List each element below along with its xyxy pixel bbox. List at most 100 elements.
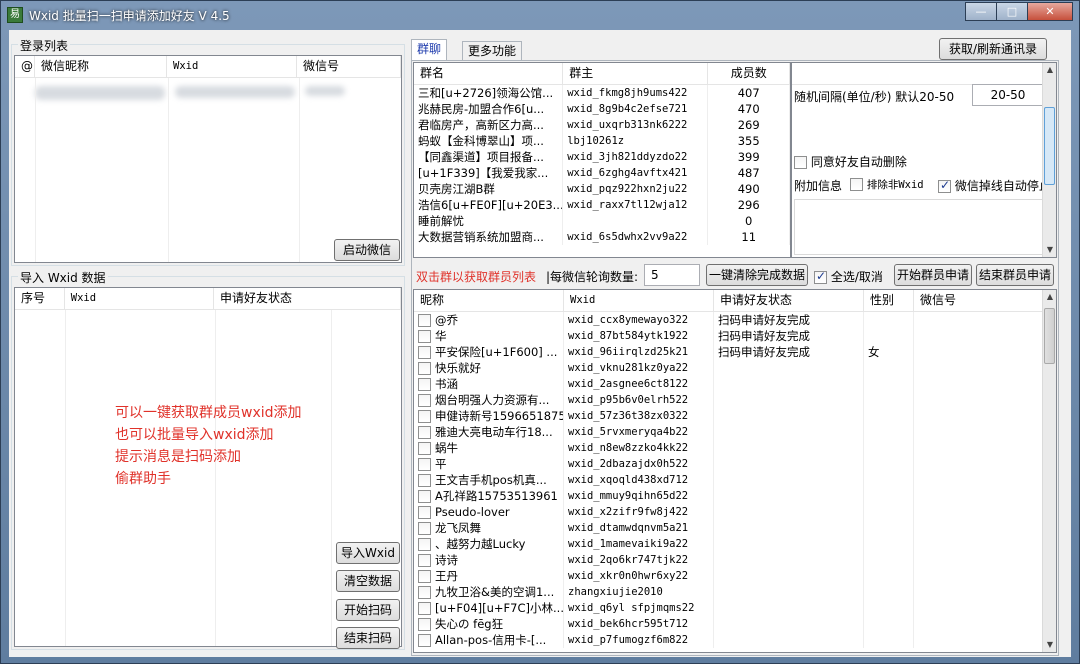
member-checkbox[interactable] xyxy=(418,634,431,647)
import-grid[interactable]: 序号 Wxid 申请好友状态 可以一键获取群成员wxid添加 也可以批量导入wx… xyxy=(14,287,402,647)
member-checkbox[interactable] xyxy=(418,442,431,455)
member-row[interactable]: 九牧卫浴&美的空调1... zhangxiujie2010 xyxy=(414,584,1056,600)
member-row[interactable]: Pseudo-lover wxid_x2zifr9fw8j422 xyxy=(414,504,1056,520)
member-checkbox[interactable] xyxy=(418,330,431,343)
clear-data-button[interactable]: 清空数据 xyxy=(336,570,400,592)
start-wechat-button[interactable]: 启动微信 xyxy=(334,239,400,261)
member-row[interactable]: 平安保险[u+1F600] ... wxid_96iirqlzd25k21 扫码申请… xyxy=(414,344,1056,360)
member-row[interactable]: 烟台明强人力资源有... wxid_p95b6v0elrh522 xyxy=(414,392,1056,408)
member-row[interactable]: 华 wxid_87bt584ytk1922 扫码申请好友完成 xyxy=(414,328,1056,344)
member-checkbox[interactable] xyxy=(418,618,431,631)
member-checkbox[interactable] xyxy=(418,314,431,327)
auto-stop-option[interactable]: 微信掉线自动停止 xyxy=(938,177,1051,194)
member-row[interactable]: 王文吉手机pos机真... wxid_xqoqld438xd712 xyxy=(414,472,1056,488)
scroll-down-arrow-icon[interactable]: ▼ xyxy=(1043,243,1056,257)
col-wechat-id[interactable]: 微信号 xyxy=(297,56,401,77)
member-checkbox[interactable] xyxy=(418,378,431,391)
col-apply-status[interactable]: 申请好友状态 xyxy=(714,290,864,311)
col-group-owner[interactable]: 群主 xyxy=(563,63,709,84)
clear-done-button[interactable]: 一键清除完成数据 xyxy=(706,264,808,286)
members-scrollbar[interactable]: ▲ ▼ xyxy=(1042,290,1056,652)
members-grid[interactable]: 昵称 Wxid 申请好友状态 性别 微信号 @乔 wxid_ccx8ymewayo… xyxy=(413,289,1057,653)
member-checkbox[interactable] xyxy=(418,394,431,407)
member-row[interactable]: 失心の fēg狂 wxid_bek6hcr595t712 xyxy=(414,616,1056,632)
col-wxid[interactable]: Wxid xyxy=(65,288,214,309)
member-row[interactable]: 雅迪大亮电动车行18... wxid_5rvxmeryqa4b22 xyxy=(414,424,1056,440)
member-row[interactable]: 、越努力越Lucky wxid_1mamevaiki9a22 xyxy=(414,536,1056,552)
member-checkbox[interactable] xyxy=(418,522,431,535)
select-all-checkbox[interactable] xyxy=(814,269,827,284)
col-wxid[interactable]: Wxid xyxy=(167,56,297,77)
group-row[interactable]: 睡前解忧 0 xyxy=(414,213,790,229)
settings-scrollbar[interactable]: ▲ ▼ xyxy=(1042,63,1056,257)
col-member-count[interactable]: 成员数 xyxy=(708,63,790,84)
member-row[interactable]: 龙飞凤舞 wxid_dtamwdqnvm5a21 xyxy=(414,520,1056,536)
member-row[interactable]: [u+F04][u+F7C]小林... wxid_q6yl sfpjmqms22 xyxy=(414,600,1056,616)
tab-group-chat[interactable]: 群聊 xyxy=(411,39,448,61)
member-checkbox[interactable] xyxy=(418,458,431,471)
member-checkbox[interactable] xyxy=(418,426,431,439)
auto-delete-checkbox[interactable] xyxy=(794,156,807,169)
col-gender[interactable]: 性别 xyxy=(864,290,914,311)
member-row[interactable]: 申健诗新号15966518759 wxid_57z36t38zx0322 xyxy=(414,408,1056,424)
auto-delete-option[interactable]: 同意好友自动删除 xyxy=(794,153,907,170)
minimize-button[interactable]: — xyxy=(965,2,997,21)
scroll-thumb[interactable] xyxy=(1044,308,1055,364)
scroll-thumb[interactable] xyxy=(1044,107,1055,185)
auto-stop-checkbox[interactable] xyxy=(938,178,951,193)
col-index[interactable]: 序号 xyxy=(15,288,65,309)
refresh-contacts-button[interactable]: 获取/刷新通讯录 xyxy=(939,38,1047,60)
member-checkbox[interactable] xyxy=(418,410,431,423)
group-row[interactable]: 君临房产，高新区力高... wxid_uxqrb313nk6222 269 xyxy=(414,117,790,133)
member-row[interactable]: 蜗牛 wxid_n8ew8zzko4kk22 xyxy=(414,440,1056,456)
select-all-option[interactable]: 全选/取消 xyxy=(814,268,883,285)
col-apply-status[interactable]: 申请好友状态 xyxy=(214,288,401,309)
member-checkbox[interactable] xyxy=(418,602,431,615)
start-scan-button[interactable]: 开始扫码 xyxy=(336,599,400,621)
scroll-up-arrow-icon[interactable]: ▲ xyxy=(1043,63,1056,77)
member-row[interactable]: 平 wxid_2dbazajdx0h522 xyxy=(414,456,1056,472)
col-nickname[interactable]: 微信昵称 xyxy=(35,56,167,77)
scroll-up-arrow-icon[interactable]: ▲ xyxy=(1043,290,1056,304)
close-button[interactable]: ✕ xyxy=(1027,2,1073,21)
group-row[interactable]: [u+1F339]【我爱我家... wxid_6zghg4avftx421 487 xyxy=(414,165,790,181)
member-checkbox[interactable] xyxy=(418,490,431,503)
member-row[interactable]: Allan-pos-信用卡-[... wxid_p7fumogzf6m822 xyxy=(414,632,1056,648)
group-row[interactable]: 三和[u+2726]领海公馆... wxid_fkmg8jh9ums422 407 xyxy=(414,85,790,101)
group-row[interactable]: 【同鑫渠道】项目报备... wxid_3jh821ddyzdo22 399 xyxy=(414,149,790,165)
member-row[interactable]: 王丹 wxid_xkr0n0hwr6xy22 xyxy=(414,568,1056,584)
stop-member-apply-button[interactable]: 结束群员申请 xyxy=(976,264,1054,286)
stop-scan-button[interactable]: 结束扫码 xyxy=(336,627,400,649)
group-row[interactable]: 蚂蚁【金科博翠山】项... lbj10261z 355 xyxy=(414,133,790,149)
member-checkbox[interactable] xyxy=(418,362,431,375)
member-checkbox[interactable] xyxy=(418,506,431,519)
extra-info-textarea[interactable] xyxy=(794,199,1044,255)
member-checkbox[interactable] xyxy=(418,570,431,583)
group-row[interactable]: 贝壳房江湖B群 wxid_pqz922hxn2ju22 490 xyxy=(414,181,790,197)
member-checkbox[interactable] xyxy=(418,586,431,599)
member-checkbox[interactable] xyxy=(418,538,431,551)
exclude-non-wxid-option[interactable]: 排除非Wxid xyxy=(850,177,924,192)
member-checkbox[interactable] xyxy=(418,346,431,359)
import-wxid-button[interactable]: 导入Wxid xyxy=(336,542,400,564)
col-group-name[interactable]: 群名 xyxy=(414,63,564,84)
start-member-apply-button[interactable]: 开始群员申请 xyxy=(894,264,972,286)
group-row[interactable]: 兆赫民房-加盟合作6[u... wxid_8g9b4c2efse721 470 xyxy=(414,101,790,117)
scroll-down-arrow-icon[interactable]: ▼ xyxy=(1043,638,1056,652)
member-row[interactable]: 书涵 wxid_2asgnee6ct8122 xyxy=(414,376,1056,392)
member-checkbox[interactable] xyxy=(418,474,431,487)
member-row[interactable]: @乔 wxid_ccx8ymewayo322 扫码申请好友完成 xyxy=(414,312,1056,328)
tab-more-features[interactable]: 更多功能 xyxy=(462,41,523,61)
col-wechat-id[interactable]: 微信号 xyxy=(914,290,1044,311)
group-row[interactable]: 浩信6[u+FE0F][u+20E3... wxid_raxx7tl12wja12… xyxy=(414,197,790,213)
col-at[interactable]: @ xyxy=(15,56,35,77)
group-row[interactable]: 大数据营销系统加盟商... wxid_6s5dwhx2vv9a22 11 xyxy=(414,229,790,245)
member-row[interactable]: 快乐就好 wxid_vknu281kz0ya22 xyxy=(414,360,1056,376)
poll-input[interactable]: 5 xyxy=(644,264,700,286)
member-checkbox[interactable] xyxy=(418,554,431,567)
member-row[interactable]: 诗诗 wxid_2qo6kr747tjk22 xyxy=(414,552,1056,568)
col-nickname[interactable]: 昵称 xyxy=(414,290,564,311)
member-row[interactable]: A孔祥路15753513961 wxid_mmuy9qihn65d22 xyxy=(414,488,1056,504)
groups-grid[interactable]: 群名 群主 成员数 三和[u+2726]领海公馆... wxid_fkmg8jh9… xyxy=(413,62,791,258)
login-grid[interactable]: @ 微信昵称 Wxid 微信号 xyxy=(14,55,402,263)
